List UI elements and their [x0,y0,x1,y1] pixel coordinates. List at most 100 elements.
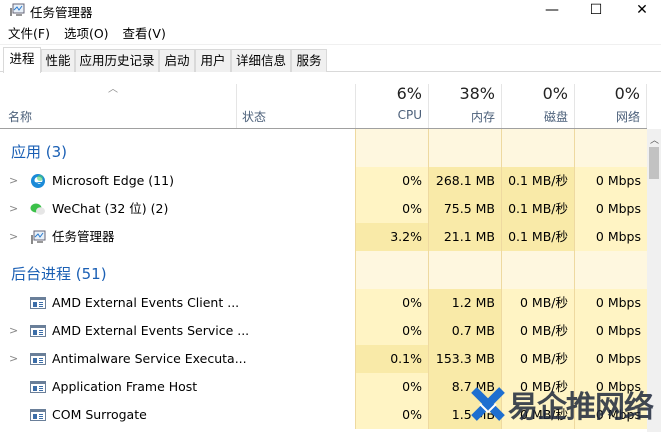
memory-cell: 268.1 MB [428,167,501,195]
cpu-cell: 0% [355,401,428,429]
process-row[interactable]: > 任务管理器 3.2% 21.1 MB 0.1 MB/秒 0 Mbps [0,223,647,251]
memory-total: 38% [459,84,495,103]
process-name: AMD External Events Service ... [52,323,250,338]
memory-cell: 21.1 MB [428,223,501,251]
title-bar: 任务管理器 — ☐ ✕ [0,0,661,20]
chevron-right-icon[interactable]: > [9,352,18,365]
scroll-up-icon[interactable]: ︿ [650,133,659,146]
column-network[interactable]: 0% 网络 [574,84,647,128]
cpu-cell: 0.1% [355,345,428,373]
menu-view[interactable]: 查看(V) [115,24,172,44]
process-row[interactable]: AMD External Events Client ... 0% 1.2 MB 0 … [0,289,647,317]
process-icon [30,295,46,311]
watermark-logo-icon [471,387,505,421]
cpu-cell: 0% [355,289,428,317]
tab-performance[interactable]: 性能 [41,49,75,72]
empty-cell [428,129,501,167]
tab-processes[interactable]: 进程 [3,47,41,73]
menu-file[interactable]: 文件(F) [0,24,56,44]
tab-details[interactable]: 详细信息 [231,49,291,72]
disk-cell: 0 MB/秒 [501,317,574,345]
column-memory[interactable]: 38% 内存 [428,84,501,128]
menu-bar: 文件(F) 选项(O) 查看(V) [0,24,172,44]
chevron-up-icon[interactable]: ︿ [108,80,118,95]
menu-options[interactable]: 选项(O) [56,24,115,44]
process-icon [30,323,46,339]
task-manager-icon [30,229,46,245]
process-name: Application Frame Host [52,379,198,394]
network-cell: 0 Mbps [574,195,647,223]
disk-cell: 0.1 MB/秒 [501,195,574,223]
scrollbar-thumb[interactable] [649,147,659,179]
disk-cell: 0.1 MB/秒 [501,167,574,195]
network-cell: 0 Mbps [574,345,647,373]
group-header[interactable]: 应用 (3) [0,129,647,167]
process-name: AMD External Events Client ... [52,295,240,310]
cpu-cell: 0% [355,167,428,195]
empty-cell [574,129,647,167]
column-cpu[interactable]: 6% CPU [355,84,428,128]
tab-bar: 进程 性能 应用历史记录 启动 用户 详细信息 服务 [0,44,661,73]
cpu-label: CPU [397,108,422,122]
network-cell: 0 Mbps [574,223,647,251]
process-name: Microsoft Edge (11) [52,173,174,188]
process-name: 任务管理器 [52,229,115,244]
disk-cell: 0.1 MB/秒 [501,223,574,251]
empty-cell [428,251,501,289]
tab-app-history[interactable]: 应用历史记录 [75,49,159,72]
group-header[interactable]: 后台进程 (51) [0,251,647,289]
column-status[interactable]: 状态 [242,108,266,125]
tab-services[interactable]: 服务 [291,49,327,72]
disk-total: 0% [542,84,568,103]
group-title: 后台进程 (51) [11,265,107,283]
group-title: 应用 (3) [11,143,68,161]
cpu-cell: 0% [355,317,428,345]
maximize-button[interactable]: ☐ [573,0,619,20]
cpu-cell: 0% [355,195,428,223]
network-cell: 0 Mbps [574,317,647,345]
disk-cell: 0 MB/秒 [501,289,574,317]
process-row[interactable]: > Antimalware Service Executa... 0.1% 153.3… [0,345,647,373]
chevron-right-icon[interactable]: > [9,174,18,187]
disk-label: 磁盘 [543,110,568,124]
memory-cell: 1.2 MB [428,289,501,317]
process-row[interactable]: > WeChat (32 位) (2) 0% 75.5 MB 0.1 MB/秒 0 Mbp… [0,195,647,223]
watermark-logo: 易企推网络 [470,382,654,426]
process-name: COM Surrogate [52,407,147,422]
memory-cell: 0.7 MB [428,317,501,345]
empty-cell [355,251,428,289]
process-name: WeChat (32 位) (2) [52,201,169,216]
process-icon [30,351,46,367]
empty-cell [355,129,428,167]
cpu-cell: 0% [355,373,428,401]
memory-label: 内存 [470,110,495,124]
window-title: 任务管理器 [30,5,93,20]
network-cell: 0 Mbps [574,167,647,195]
minimize-button[interactable]: — [529,0,575,20]
process-icon [30,407,46,423]
empty-cell [501,129,574,167]
task-manager-icon [10,3,25,16]
chevron-right-icon[interactable]: > [9,202,18,215]
memory-cell: 75.5 MB [428,195,501,223]
tab-users[interactable]: 用户 [195,49,231,72]
chevron-right-icon[interactable]: > [9,230,18,243]
chevron-right-icon[interactable]: > [9,324,18,337]
empty-cell [574,251,647,289]
column-name[interactable]: 名称 [8,108,32,125]
process-icon [30,379,46,395]
column-disk[interactable]: 0% 磁盘 [501,84,574,128]
column-header: ︿ 名称 状态 6% CPU 38% 内存 0% 磁盘 0% 网络 [0,72,647,129]
wechat-icon [30,201,46,217]
cpu-total: 6% [396,84,422,103]
process-row[interactable]: > AMD External Events Service ... 0% 0.7 MB… [0,317,647,345]
network-label: 网络 [615,110,640,124]
network-total: 0% [614,84,640,103]
disk-cell: 0 MB/秒 [501,345,574,373]
edge-icon [30,173,46,189]
process-name: Antimalware Service Executa... [52,351,247,366]
tab-startup[interactable]: 启动 [159,49,195,72]
memory-cell: 153.3 MB [428,345,501,373]
process-row[interactable]: > Microsoft Edge (11) 0% 268.1 MB 0.1 MB/秒 0 … [0,167,647,195]
close-button[interactable]: ✕ [619,0,661,20]
